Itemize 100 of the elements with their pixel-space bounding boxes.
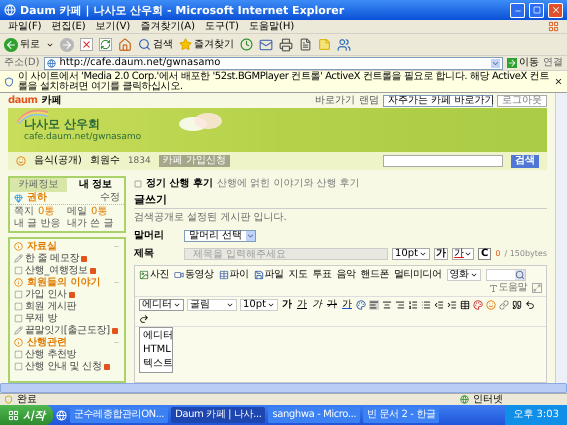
- mail-icon[interactable]: [259, 38, 273, 52]
- attach-button[interactable]: 파일: [254, 270, 284, 280]
- group-bullet-icon: [14, 338, 23, 347]
- align-center-icon[interactable]: [382, 300, 392, 310]
- print-icon[interactable]: [279, 38, 293, 52]
- logout-button[interactable]: 로그아웃: [497, 94, 547, 106]
- taskbar-button[interactable]: Daum 카페 | 나사...: [171, 407, 266, 423]
- back-button[interactable]: 뒤로: [4, 38, 40, 52]
- cafe-name: 나사모 산우회: [24, 118, 100, 130]
- menu-item[interactable]: 도움말(H): [248, 22, 294, 32]
- stop-icon[interactable]: [80, 38, 93, 51]
- table-icon[interactable]: [460, 300, 470, 310]
- attach-button[interactable]: 동영상: [174, 270, 214, 280]
- refresh-icon[interactable]: [99, 38, 112, 51]
- redo-icon[interactable]: [139, 314, 149, 324]
- numbered-list-icon[interactable]: [408, 300, 418, 310]
- dropdown-option[interactable]: 에디터: [143, 331, 169, 341]
- my-posts-link[interactable]: 내 글 반응: [14, 219, 67, 229]
- board-icon: [134, 180, 142, 188]
- byte-count: 0: [495, 250, 500, 258]
- align-left-icon[interactable]: [369, 300, 379, 310]
- format-button[interactable]: 가: [296, 300, 308, 310]
- prefix-select[interactable]: 말머리 선택: [184, 230, 256, 242]
- favorites-button[interactable]: 즐겨찾기: [179, 38, 234, 51]
- links-button[interactable]: 연결: [543, 58, 563, 68]
- media-select[interactable]: 영화: [446, 269, 480, 281]
- search-button[interactable]: 검색: [511, 154, 539, 168]
- attach-button[interactable]: 음악: [336, 270, 356, 280]
- service-name: 카페: [41, 96, 62, 106]
- search-button[interactable]: 검색: [138, 38, 173, 51]
- format-button[interactable]: 가: [326, 300, 338, 310]
- taskbar-button[interactable]: 군수레종합관리ON...: [70, 407, 168, 423]
- message-link[interactable]: 쪽지: [14, 207, 34, 217]
- attach-button[interactable]: 파이: [218, 270, 248, 280]
- format-button[interactable]: 가: [311, 300, 323, 310]
- menu-item[interactable]: 가입 인사: [25, 290, 75, 300]
- quote-icon[interactable]: [512, 300, 522, 310]
- menu-item[interactable]: 산행 안내 및 신청: [25, 362, 110, 372]
- media-search-field[interactable]: [486, 269, 526, 281]
- attach-button[interactable]: 사진: [139, 270, 169, 280]
- horizontal-scrollbar[interactable]: [0, 383, 567, 393]
- menu-item[interactable]: 한 줄 메모장: [25, 254, 88, 264]
- font-size-select[interactable]: 10pt: [392, 248, 430, 260]
- menu-item[interactable]: 끝말잇기[출근도장]: [25, 326, 118, 336]
- history-icon[interactable]: [240, 38, 253, 51]
- menu-item[interactable]: 회원 게시판: [25, 302, 76, 312]
- address-field[interactable]: http://cafe.daum.net/gwnasamo: [44, 56, 503, 70]
- attach-button[interactable]: 지도: [288, 270, 308, 280]
- information-bar[interactable]: 이 사이트에서 'Media 2.0 Corp.'에서 배포한 '52st.BGMPlayer 컨트롤' ActiveX 컨트롤을 필요로 합니다. 해당 ActiveX 컨트롤을 설치하려면 여기를 클릭하십시오.: [0, 71, 567, 93]
- menu-item[interactable]: 산행 추천방: [25, 350, 76, 360]
- menu-item[interactable]: 산행_여행정보: [25, 266, 96, 276]
- menu-item[interactable]: 즐겨찾기(A): [140, 22, 195, 32]
- menu-item[interactable]: 편집(E): [52, 22, 86, 32]
- cafe-select[interactable]: 자주가는 카페 바로가기: [383, 94, 493, 106]
- taskbar-button[interactable]: sanghwa - Micro...: [268, 407, 360, 423]
- edit-link[interactable]: 수정: [100, 193, 120, 203]
- quick-launch-icon[interactable]: [56, 410, 67, 420]
- attach-button[interactable]: 투표: [312, 270, 332, 280]
- text-color-button[interactable]: 가: [452, 248, 474, 260]
- sidebar-tab[interactable]: 카페정보: [10, 178, 67, 192]
- menu-item[interactable]: 보기(V): [96, 22, 130, 32]
- emoticon-icon[interactable]: [486, 300, 496, 310]
- outdent-icon[interactable]: [434, 300, 444, 310]
- font-select[interactable]: 굴림: [187, 299, 237, 311]
- vertical-scrollbar[interactable]: [555, 93, 567, 383]
- expand-icon[interactable]: [532, 283, 542, 293]
- message-link[interactable]: 메일: [67, 207, 87, 217]
- indent-icon[interactable]: [447, 300, 457, 310]
- format-button[interactable]: 가: [341, 300, 353, 310]
- home-icon[interactable]: [118, 38, 132, 52]
- minimize-button[interactable]: [510, 2, 525, 18]
- menu-item[interactable]: 파일(F): [8, 22, 42, 32]
- random-link[interactable]: 랜덤: [359, 96, 379, 106]
- go-button[interactable]: 이동: [507, 58, 539, 68]
- subject-field[interactable]: 제목을 입력해주세요: [184, 248, 388, 260]
- search-field[interactable]: [383, 155, 503, 167]
- link-icon[interactable]: [499, 300, 509, 310]
- document-icon[interactable]: [299, 38, 312, 51]
- close-icon[interactable]: [554, 77, 563, 86]
- my-posts-link[interactable]: 내가 쓴 글: [67, 219, 120, 229]
- format-button[interactable]: 가: [281, 300, 293, 310]
- attach-button[interactable]: 멀티미디어: [394, 270, 442, 280]
- bold-button[interactable]: 가: [434, 248, 448, 260]
- menu-item[interactable]: 무제 방: [25, 314, 57, 324]
- maximize-button[interactable]: [529, 2, 544, 18]
- mode-select[interactable]: 에디터: [139, 299, 184, 311]
- undo-icon[interactable]: [525, 300, 535, 310]
- font-size-select[interactable]: 10pt: [240, 299, 278, 311]
- attach-button[interactable]: 핸드폰: [360, 270, 389, 280]
- taskbar-button[interactable]: 빈 문서 2 - 한글: [363, 407, 440, 423]
- align-right-icon[interactable]: [395, 300, 405, 310]
- dropdown-option[interactable]: HTML: [143, 345, 169, 355]
- close-button[interactable]: [548, 2, 563, 18]
- bullet-list-icon[interactable]: [421, 300, 431, 310]
- shortcut-link[interactable]: 바로가기: [315, 96, 355, 106]
- menu-item[interactable]: 도구(T): [205, 22, 239, 32]
- clear-button[interactable]: C: [478, 248, 492, 260]
- messenger-icon[interactable]: [337, 38, 351, 52]
- help-button[interactable]: 도움말: [488, 283, 527, 293]
- color-chart-icon[interactable]: [473, 300, 483, 310]
